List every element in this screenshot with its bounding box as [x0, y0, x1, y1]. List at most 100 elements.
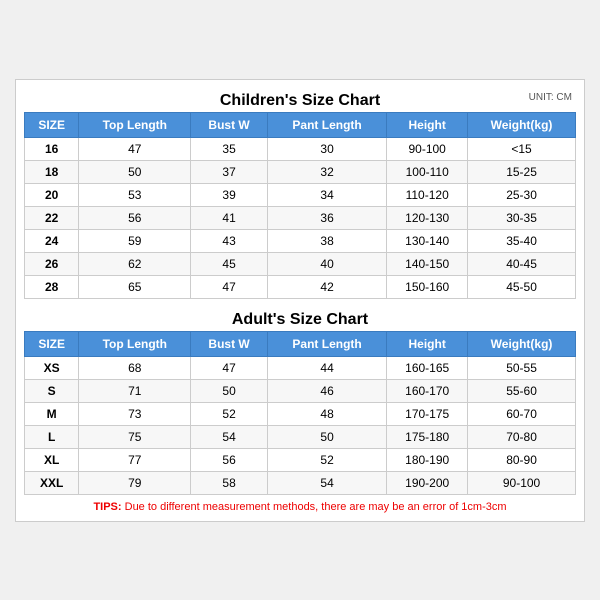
- adults-title: Adult's Size Chart: [232, 311, 368, 329]
- table-cell: 47: [191, 275, 268, 298]
- table-cell: 25-30: [468, 183, 576, 206]
- table-row: 22564136120-13030-35: [25, 206, 576, 229]
- table-cell: 45-50: [468, 275, 576, 298]
- table-cell: 50-55: [468, 356, 576, 379]
- table-cell: 100-110: [387, 160, 468, 183]
- table-cell: XL: [25, 448, 79, 471]
- table-cell: 50: [267, 425, 386, 448]
- chart-wrapper: Children's Size Chart UNIT: CM SIZE Top …: [15, 79, 585, 522]
- table-cell: 68: [79, 356, 191, 379]
- table-cell: 56: [79, 206, 191, 229]
- table-cell: 54: [191, 425, 268, 448]
- table-cell: 34: [267, 183, 386, 206]
- table-cell: 150-160: [387, 275, 468, 298]
- table-cell: 75: [79, 425, 191, 448]
- table-cell: 38: [267, 229, 386, 252]
- table-cell: 37: [191, 160, 268, 183]
- children-col-size: SIZE: [25, 112, 79, 137]
- table-cell: 70-80: [468, 425, 576, 448]
- tips-row: TIPS: Due to different measurement metho…: [24, 501, 576, 513]
- children-table: SIZE Top Length Bust W Pant Length Heigh…: [24, 112, 576, 299]
- table-cell: 170-175: [387, 402, 468, 425]
- table-cell: 39: [191, 183, 268, 206]
- table-cell: XXL: [25, 471, 79, 494]
- table-cell: 73: [79, 402, 191, 425]
- table-cell: 46: [267, 379, 386, 402]
- table-cell: 60-70: [468, 402, 576, 425]
- table-cell: 160-170: [387, 379, 468, 402]
- table-row: M735248170-17560-70: [25, 402, 576, 425]
- table-row: L755450175-18070-80: [25, 425, 576, 448]
- table-cell: 35-40: [468, 229, 576, 252]
- unit-label: UNIT: CM: [529, 92, 572, 103]
- adults-col-height: Height: [387, 331, 468, 356]
- children-col-top-length: Top Length: [79, 112, 191, 137]
- table-cell: 120-130: [387, 206, 468, 229]
- table-cell: 26: [25, 252, 79, 275]
- table-cell: 42: [267, 275, 386, 298]
- tips-text: Due to different measurement methods, th…: [122, 501, 507, 513]
- table-row: XXL795854190-20090-100: [25, 471, 576, 494]
- table-cell: XS: [25, 356, 79, 379]
- table-cell: 55-60: [468, 379, 576, 402]
- table-cell: 43: [191, 229, 268, 252]
- table-cell: 175-180: [387, 425, 468, 448]
- table-cell: 20: [25, 183, 79, 206]
- tips-label: TIPS:: [93, 501, 121, 513]
- table-cell: 62: [79, 252, 191, 275]
- table-cell: 15-25: [468, 160, 576, 183]
- adults-header-row: SIZE Top Length Bust W Pant Length Heigh…: [25, 331, 576, 356]
- table-cell: 90-100: [468, 471, 576, 494]
- table-cell: 48: [267, 402, 386, 425]
- table-row: 26624540140-15040-45: [25, 252, 576, 275]
- table-row: XS684744160-16550-55: [25, 356, 576, 379]
- table-cell: 190-200: [387, 471, 468, 494]
- table-cell: L: [25, 425, 79, 448]
- table-row: XL775652180-19080-90: [25, 448, 576, 471]
- table-cell: 180-190: [387, 448, 468, 471]
- adults-col-weight: Weight(kg): [468, 331, 576, 356]
- table-cell: 160-165: [387, 356, 468, 379]
- table-cell: 50: [79, 160, 191, 183]
- table-cell: 59: [79, 229, 191, 252]
- table-row: S715046160-17055-60: [25, 379, 576, 402]
- table-cell: 65: [79, 275, 191, 298]
- table-cell: M: [25, 402, 79, 425]
- table-cell: 30-35: [468, 206, 576, 229]
- children-col-weight: Weight(kg): [468, 112, 576, 137]
- table-cell: 77: [79, 448, 191, 471]
- table-cell: 110-120: [387, 183, 468, 206]
- table-cell: 22: [25, 206, 79, 229]
- table-cell: 30: [267, 137, 386, 160]
- table-cell: 71: [79, 379, 191, 402]
- table-cell: 41: [191, 206, 268, 229]
- table-cell: 47: [191, 356, 268, 379]
- table-cell: 18: [25, 160, 79, 183]
- table-cell: 16: [25, 137, 79, 160]
- table-cell: 56: [191, 448, 268, 471]
- table-cell: 79: [79, 471, 191, 494]
- table-cell: 36: [267, 206, 386, 229]
- table-cell: 40-45: [468, 252, 576, 275]
- table-cell: 52: [267, 448, 386, 471]
- adults-col-top-length: Top Length: [79, 331, 191, 356]
- children-title-row: Children's Size Chart UNIT: CM: [24, 88, 576, 112]
- table-cell: 35: [191, 137, 268, 160]
- adults-table: SIZE Top Length Bust W Pant Length Heigh…: [24, 331, 576, 495]
- table-cell: 130-140: [387, 229, 468, 252]
- table-cell: 24: [25, 229, 79, 252]
- children-title: Children's Size Chart: [220, 92, 380, 110]
- table-cell: 54: [267, 471, 386, 494]
- adults-col-pant-length: Pant Length: [267, 331, 386, 356]
- table-row: 1647353090-100<15: [25, 137, 576, 160]
- children-col-pant-length: Pant Length: [267, 112, 386, 137]
- table-cell: 44: [267, 356, 386, 379]
- table-cell: 32: [267, 160, 386, 183]
- children-col-height: Height: [387, 112, 468, 137]
- table-cell: 90-100: [387, 137, 468, 160]
- table-row: 28654742150-16045-50: [25, 275, 576, 298]
- table-cell: <15: [468, 137, 576, 160]
- table-row: 18503732100-11015-25: [25, 160, 576, 183]
- adults-title-row: Adult's Size Chart: [24, 307, 576, 331]
- table-cell: 58: [191, 471, 268, 494]
